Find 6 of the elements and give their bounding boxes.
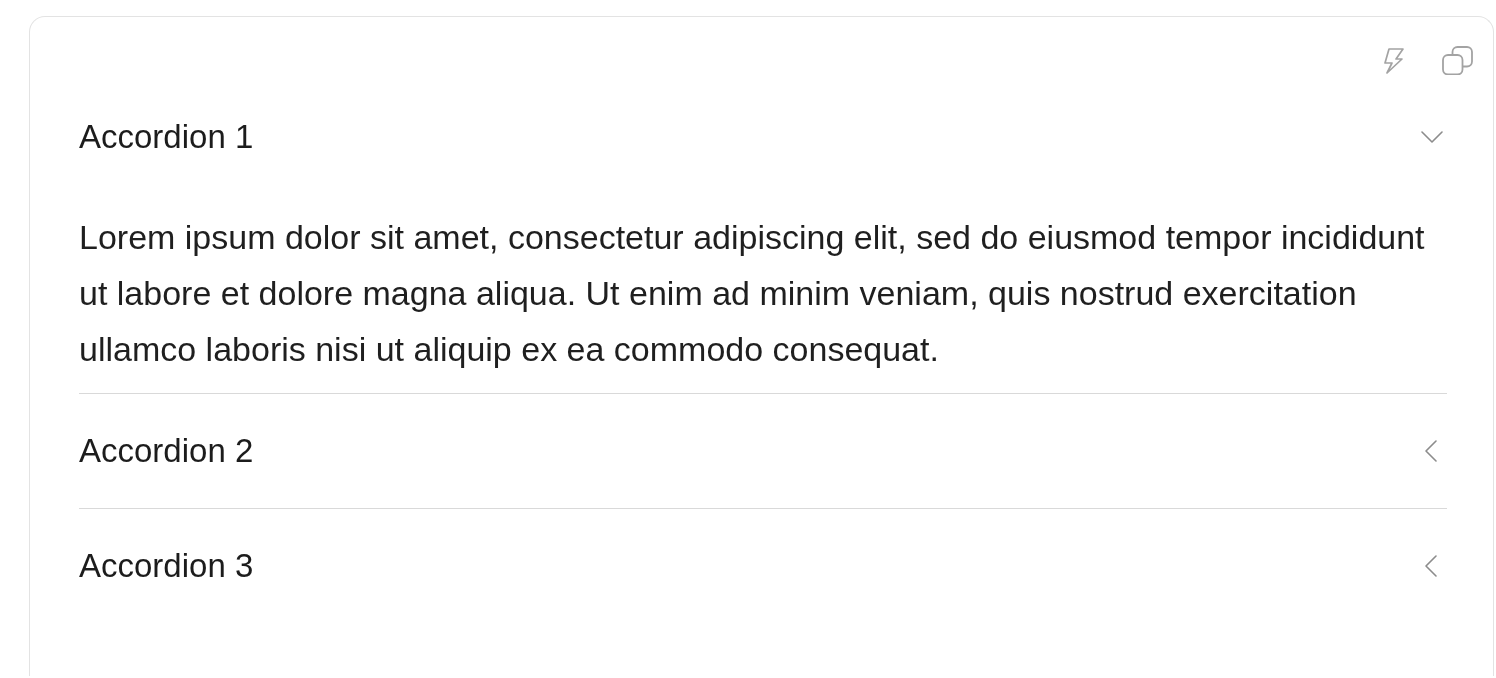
copy-icon[interactable] (1442, 46, 1473, 75)
lightning-icon[interactable] (1383, 46, 1405, 75)
accordion-header[interactable]: Accordion 3 (79, 546, 1447, 586)
accordion-body-text: Lorem ipsum dolor sit amet, consectetur adipiscing elit, sed do eiusmod tempor incididunt ut labore et dolore magna aliqua. Ut enim ad minim veniam, quis nostrud exercitation ullamco laboris nisi ut aliquip ex ea commodo consequat. (79, 217, 1426, 370)
accordion-header[interactable]: Accordion 2 (79, 431, 1447, 471)
accordion-header[interactable]: Accordion 1 (79, 117, 1447, 157)
